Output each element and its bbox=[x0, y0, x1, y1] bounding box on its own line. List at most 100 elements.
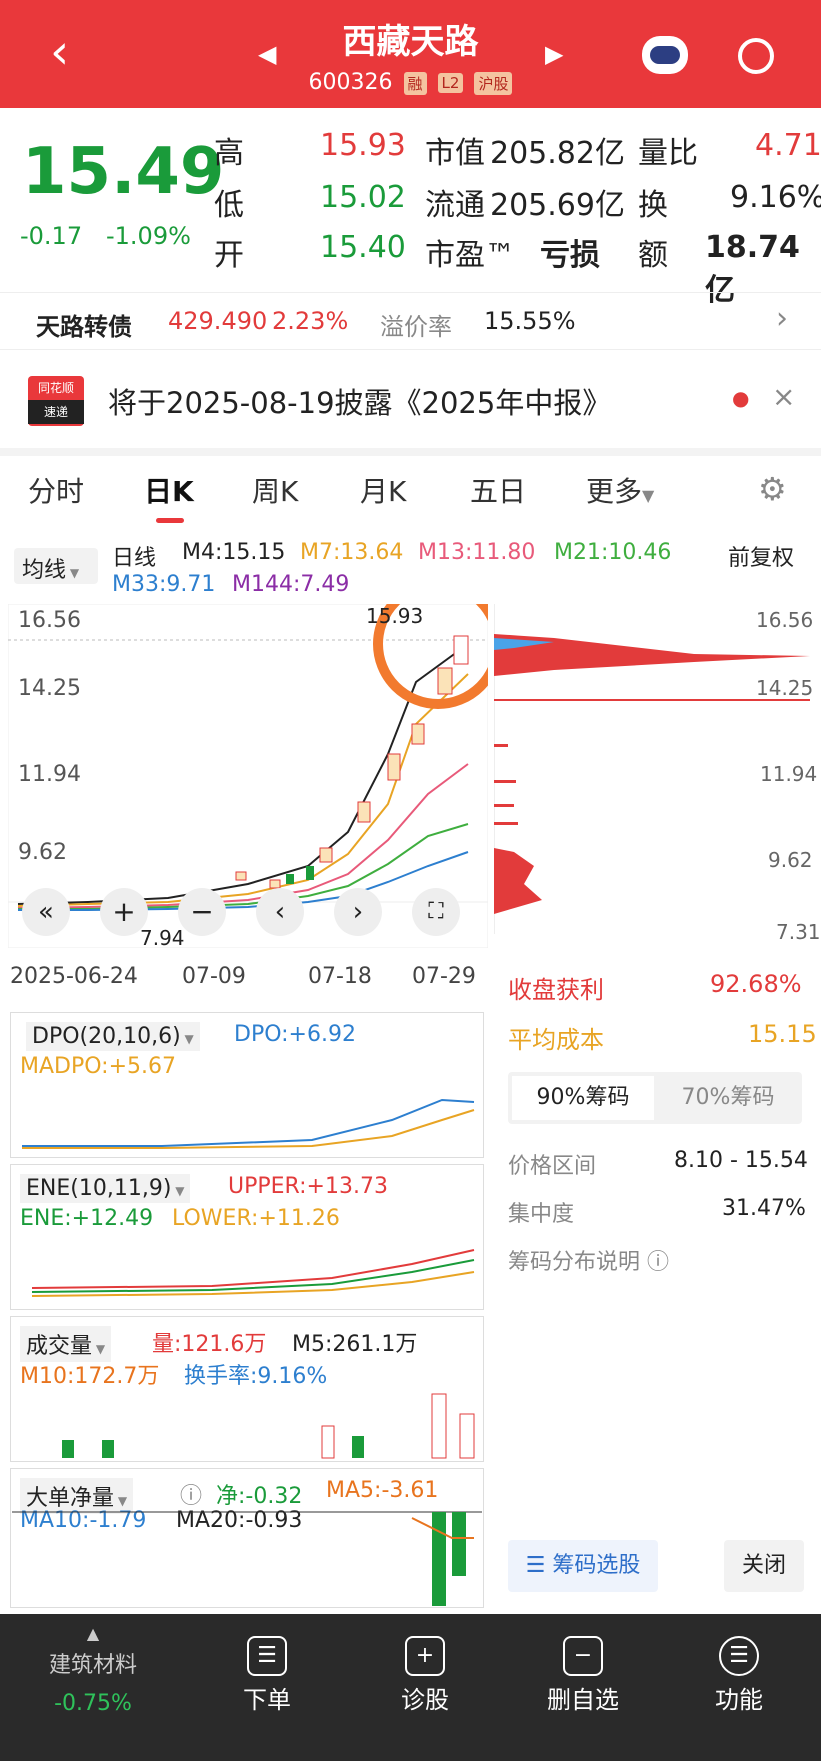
price-change: -0.17 bbox=[20, 222, 83, 250]
menu-icon: ☰ bbox=[719, 1636, 759, 1676]
ma33-label: M33:9.71 bbox=[112, 572, 216, 597]
sector-name: 建筑材料 bbox=[48, 1653, 137, 1678]
nav-order-label: 下单 bbox=[243, 1686, 291, 1714]
vr-label: 量比 bbox=[638, 136, 698, 171]
tag-l2: L2 bbox=[437, 73, 464, 93]
fullscreen-icon[interactable]: ⛶ bbox=[412, 888, 460, 936]
ma-selector[interactable]: 均线 ▼ bbox=[14, 548, 98, 584]
next-stock-icon[interactable]: ▶ bbox=[545, 40, 563, 68]
robot-icon[interactable] bbox=[642, 36, 688, 74]
y-label-3: 11.94 bbox=[18, 762, 81, 787]
avg-cost-value: 15.15 bbox=[748, 1020, 817, 1048]
y-label-2: 14.25 bbox=[18, 676, 81, 701]
tab-more[interactable]: 更多▼ bbox=[586, 470, 654, 510]
tag-margin: 融 bbox=[403, 71, 427, 95]
low-label: 低 bbox=[214, 188, 244, 223]
ene-name: ENE(10,11,9) bbox=[26, 1176, 172, 1201]
ma7-label: M7:13.64 bbox=[300, 540, 404, 565]
tab-weekly-k[interactable]: 周K bbox=[252, 470, 298, 510]
chip-select-button[interactable]: ☰ 筹码选股 bbox=[508, 1540, 658, 1592]
help-icon[interactable]: ⓘ bbox=[180, 1478, 202, 1510]
logo-bottom-text: 速递 bbox=[28, 400, 84, 424]
bond-price: 429.490 bbox=[168, 307, 268, 335]
notice-bar[interactable]: 同花顺 速递 将于2025-08-19披露《2025年中报》 ● × bbox=[0, 366, 821, 436]
ma4-label: M4:15.15 bbox=[182, 540, 286, 565]
bond-row[interactable]: 天路转债 429.490 2.23% 溢价率 15.55% › bbox=[0, 292, 821, 350]
turnover-label: 换 bbox=[638, 188, 668, 223]
high-marker: 15.93 bbox=[366, 604, 424, 628]
list-icon: ☰ bbox=[525, 1553, 553, 1578]
ma-selector-label: 均线 bbox=[22, 558, 67, 583]
logo-top-text: 同花顺 bbox=[37, 381, 74, 395]
bottom-nav: ▲ 建筑材料 -0.75% ☰ 下单 + 诊股 − 删自选 ☰ 功能 bbox=[0, 1614, 821, 1761]
premium-value: 15.55% bbox=[484, 307, 576, 335]
tab-intraday[interactable]: 分时 bbox=[28, 470, 84, 510]
caret-down-icon: ▼ bbox=[180, 1032, 194, 1046]
x-label-1: 2025-06-24 bbox=[10, 964, 138, 989]
float-label: 流通 bbox=[425, 188, 485, 223]
close-icon[interactable]: × bbox=[772, 380, 795, 413]
chip-tab-90[interactable]: 90%筹码 bbox=[512, 1076, 654, 1120]
help-icon: ⓘ bbox=[647, 1250, 670, 1275]
last-price: 15.49 bbox=[22, 135, 225, 209]
nav-remove-watch[interactable]: − 删自选 bbox=[508, 1614, 658, 1761]
zoom-out-icon[interactable]: − bbox=[178, 888, 226, 936]
chip-select-label: 筹码选股 bbox=[552, 1553, 641, 1578]
volume-selector[interactable]: 成交量 ▼ bbox=[20, 1326, 112, 1362]
sector-item[interactable]: ▲ 建筑材料 -0.75% bbox=[18, 1614, 168, 1761]
stock-code-row: 600326 融 L2 沪股 bbox=[0, 70, 821, 95]
zoom-in-icon[interactable]: + bbox=[100, 888, 148, 936]
nav-remove-label: 删自选 bbox=[547, 1686, 619, 1714]
bond-pct: 2.23% bbox=[272, 307, 349, 335]
nav-diagnose[interactable]: + 诊股 bbox=[350, 1614, 500, 1761]
chip-y-3: 11.94 bbox=[760, 762, 818, 786]
chip-tab-group: 90%筹码 70%筹码 bbox=[508, 1072, 802, 1124]
pe-label: 市盈™ bbox=[425, 238, 515, 273]
stock-name: 西藏天路 bbox=[342, 22, 479, 62]
dpo-name: DPO(20,10,6) bbox=[32, 1024, 181, 1049]
chip-close-button[interactable]: 关闭 bbox=[724, 1540, 804, 1592]
chip-tab-70[interactable]: 70%筹码 bbox=[658, 1076, 798, 1120]
notice-text: 将于2025-08-19披露《2025年中报》 bbox=[108, 386, 612, 420]
volume-m5: M5:261.1万 bbox=[292, 1332, 418, 1357]
dpo-selector[interactable]: DPO(20,10,6) ▼ bbox=[26, 1022, 200, 1051]
caret-down-icon: ▼ bbox=[642, 486, 655, 505]
mcap-value: 205.82亿 bbox=[490, 136, 625, 171]
dpo-chart bbox=[22, 1098, 475, 1149]
ma13-label: M13:11.80 bbox=[418, 540, 536, 565]
caret-down-icon: ▼ bbox=[171, 1184, 185, 1198]
chart-controls: « + − ‹ › ⛶ bbox=[22, 888, 466, 938]
rewind-icon[interactable]: « bbox=[22, 888, 70, 936]
tab-five-day[interactable]: 五日 bbox=[470, 470, 526, 510]
x-label-4: 07-29 bbox=[412, 964, 476, 989]
nav-function[interactable]: ☰ 功能 bbox=[664, 1614, 814, 1761]
nav-order[interactable]: ☰ 下单 bbox=[192, 1614, 342, 1761]
caret-up-icon: ▲ bbox=[86, 1624, 100, 1643]
chip-help-link[interactable]: 筹码分布说明 ⓘ bbox=[508, 1244, 669, 1276]
divider bbox=[0, 448, 821, 456]
settings-icon[interactable]: ⚙ bbox=[758, 470, 787, 508]
sector-pct: -0.75% bbox=[54, 1691, 132, 1716]
x-label-3: 07-18 bbox=[308, 964, 372, 989]
turnover-value: 9.16% bbox=[730, 180, 821, 215]
dpo-value: DPO:+6.92 bbox=[234, 1022, 356, 1047]
scroll-left-icon[interactable]: ‹ bbox=[256, 888, 304, 936]
ene-selector[interactable]: ENE(10,11,9) ▼ bbox=[20, 1174, 191, 1203]
nav-function-label: 功能 bbox=[715, 1686, 763, 1714]
y-label-4: 9.62 bbox=[18, 840, 67, 865]
ene-chart bbox=[31, 1249, 475, 1297]
chip-y-4: 9.62 bbox=[768, 848, 813, 872]
big-order-ma5: MA5:-3.61 bbox=[326, 1478, 439, 1503]
remove-icon: − bbox=[563, 1636, 603, 1676]
scroll-right-icon[interactable]: › bbox=[334, 888, 382, 936]
tab-monthly-k[interactable]: 月K bbox=[360, 470, 406, 510]
chip-y-1: 16.56 bbox=[756, 608, 814, 632]
profit-value: 92.68% bbox=[710, 970, 802, 998]
open-label: 开 bbox=[214, 238, 244, 273]
vr-value: 4.71 bbox=[755, 128, 821, 163]
tab-active-indicator bbox=[156, 518, 184, 523]
tab-daily-k[interactable]: 日K bbox=[144, 470, 194, 510]
volume-value: 量:121.6万 bbox=[152, 1332, 267, 1357]
search-icon[interactable] bbox=[738, 38, 774, 74]
adjust-label[interactable]: 前复权 bbox=[728, 540, 794, 572]
